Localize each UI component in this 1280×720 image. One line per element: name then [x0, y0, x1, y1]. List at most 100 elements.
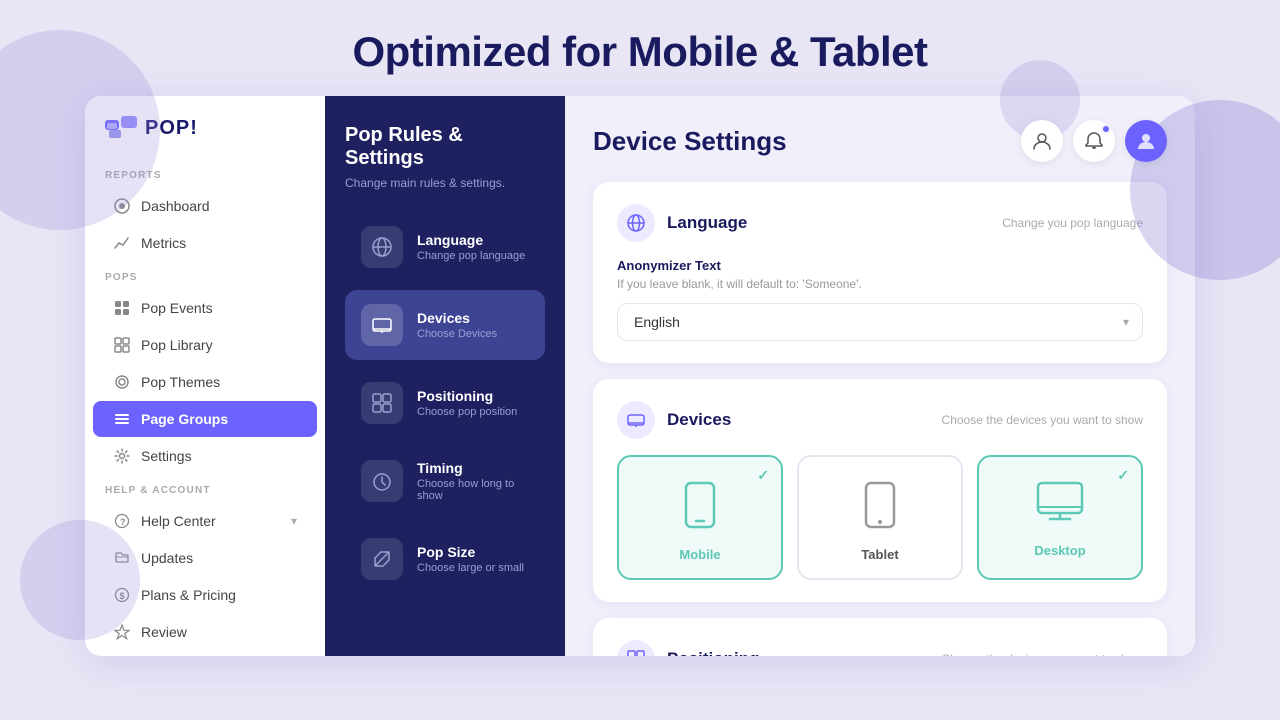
app-container: POP! REPORTS Dashboard Metrics POPS — [85, 96, 1195, 656]
sidebar-item-pop-events[interactable]: Pop Events — [93, 290, 317, 326]
chevron-down-icon: ▾ — [291, 514, 297, 528]
pop-size-menu-icon — [361, 538, 403, 580]
language-select-wrapper: English Spanish French German Italian ▾ — [617, 303, 1143, 341]
positioning-menu-icon — [361, 382, 403, 424]
devices-card-description: Choose the devices you want to show — [942, 413, 1143, 427]
page-title-area: Optimized for Mobile & Tablet — [0, 0, 1280, 96]
user-avatar-button[interactable] — [1125, 120, 1167, 162]
devices-card-icon — [617, 401, 655, 439]
language-card-description: Change you pop language — [1002, 216, 1143, 230]
timing-menu-title: Timing — [417, 460, 529, 476]
pop-events-icon — [113, 299, 131, 317]
language-card: Language Change you pop language Anonymi… — [593, 182, 1167, 363]
middle-panel-subtitle: Change main rules & settings. — [345, 176, 545, 190]
pop-library-icon — [113, 336, 131, 354]
device-grid: ✓ Mobile — [617, 455, 1143, 580]
notification-dot — [1101, 124, 1111, 134]
sidebar-label-pop-library: Pop Library — [141, 337, 213, 353]
device-settings-title: Device Settings — [593, 126, 787, 157]
positioning-card-title: Positioning — [667, 649, 760, 656]
menu-card-timing[interactable]: Timing Choose how long to show — [345, 446, 545, 516]
page-title: Optimized for Mobile & Tablet — [0, 28, 1280, 76]
svg-text:?: ? — [120, 517, 126, 527]
language-menu-icon — [361, 226, 403, 268]
timing-menu-sub: Choose how long to show — [417, 478, 529, 502]
language-select[interactable]: English Spanish French German Italian — [617, 303, 1143, 341]
language-card-icon — [617, 204, 655, 242]
sidebar-section-help: HELP & ACCOUNT — [85, 475, 325, 502]
middle-panel: Pop Rules & Settings Change main rules &… — [325, 96, 565, 656]
sidebar-label-page-groups: Page Groups — [141, 411, 228, 427]
timing-menu-text: Timing Choose how long to show — [417, 460, 529, 502]
language-menu-text: Language Change pop language — [417, 232, 529, 262]
sidebar-item-review[interactable]: Review — [93, 614, 317, 650]
pop-size-menu-title: Pop Size — [417, 544, 529, 560]
sidebar-label-help-center: Help Center — [141, 513, 216, 529]
mobile-check-icon: ✓ — [757, 467, 769, 484]
pop-size-menu-text: Pop Size Choose large or small — [417, 544, 529, 574]
positioning-card-description: Choose the devices you want to show — [942, 652, 1143, 656]
settings-icon — [113, 447, 131, 465]
language-card-header: Language Change you pop language — [617, 204, 1143, 242]
positioning-card-icon — [617, 640, 655, 656]
desktop-label: Desktop — [1034, 543, 1085, 558]
positioning-menu-text: Positioning Choose pop position — [417, 388, 529, 418]
positioning-menu-title: Positioning — [417, 388, 529, 404]
sidebar-label-settings: Settings — [141, 448, 192, 464]
mobile-label: Mobile — [679, 547, 720, 562]
menu-card-devices[interactable]: Devices Choose Devices — [345, 290, 545, 360]
sidebar-item-page-groups[interactable]: Page Groups — [93, 401, 317, 437]
notifications-button[interactable] — [1073, 120, 1115, 162]
device-card-tablet[interactable]: Tablet — [797, 455, 963, 580]
menu-card-language[interactable]: Language Change pop language — [345, 212, 545, 282]
main-content: Device Settings — [565, 96, 1195, 656]
language-card-title: Language — [667, 213, 747, 233]
positioning-menu-sub: Choose pop position — [417, 406, 529, 418]
user-profile-button[interactable] — [1021, 120, 1063, 162]
devices-card-title: Devices — [667, 410, 731, 430]
devices-menu-title: Devices — [417, 310, 529, 326]
desktop-icon — [1036, 481, 1084, 535]
language-card-header-left: Language — [617, 204, 747, 242]
sidebar-item-pop-library[interactable]: Pop Library — [93, 327, 317, 363]
middle-panel-title: Pop Rules & Settings — [345, 124, 545, 170]
sidebar-item-pop-themes[interactable]: Pop Themes — [93, 364, 317, 400]
device-card-desktop[interactable]: ✓ Desktop — [977, 455, 1143, 580]
page-groups-icon — [113, 410, 131, 428]
anonymizer-label: Anonymizer Text — [617, 258, 1143, 273]
devices-menu-text: Devices Choose Devices — [417, 310, 529, 340]
metrics-icon — [113, 234, 131, 252]
devices-menu-icon — [361, 304, 403, 346]
sidebar-section-pops: POPS — [85, 262, 325, 289]
mobile-icon — [680, 481, 720, 539]
language-menu-sub: Change pop language — [417, 250, 529, 262]
anonymizer-hint: If you leave blank, it will default to: … — [617, 277, 1143, 291]
desktop-check-icon: ✓ — [1117, 467, 1129, 484]
tablet-label: Tablet — [861, 547, 898, 562]
sidebar-label-review: Review — [141, 624, 187, 640]
positioning-card-header-left: Positioning — [617, 640, 760, 656]
devices-card: Devices Choose the devices you want to s… — [593, 379, 1167, 602]
header-actions — [1021, 120, 1167, 162]
devices-card-header: Devices Choose the devices you want to s… — [617, 401, 1143, 439]
sidebar-item-settings[interactable]: Settings — [93, 438, 317, 474]
menu-card-positioning[interactable]: Positioning Choose pop position — [345, 368, 545, 438]
sidebar-label-metrics: Metrics — [141, 235, 186, 251]
sidebar-label-pop-themes: Pop Themes — [141, 374, 220, 390]
positioning-card: Positioning Choose the devices you want … — [593, 618, 1167, 656]
devices-menu-sub: Choose Devices — [417, 328, 529, 340]
help-icon: ? — [113, 512, 131, 530]
timing-menu-icon — [361, 460, 403, 502]
device-card-mobile[interactable]: ✓ Mobile — [617, 455, 783, 580]
menu-card-pop-size[interactable]: Pop Size Choose large or small — [345, 524, 545, 594]
devices-card-header-left: Devices — [617, 401, 731, 439]
positioning-card-header: Positioning Choose the devices you want … — [617, 640, 1143, 656]
main-header: Device Settings — [593, 120, 1167, 162]
sidebar-item-metrics[interactable]: Metrics — [93, 225, 317, 261]
tablet-icon — [863, 481, 897, 539]
sidebar-label-dashboard: Dashboard — [141, 198, 210, 214]
sidebar-item-help-center[interactable]: ? Help Center ▾ — [93, 503, 317, 539]
pop-size-menu-sub: Choose large or small — [417, 562, 529, 574]
sidebar-label-updates: Updates — [141, 550, 193, 566]
language-menu-title: Language — [417, 232, 529, 248]
